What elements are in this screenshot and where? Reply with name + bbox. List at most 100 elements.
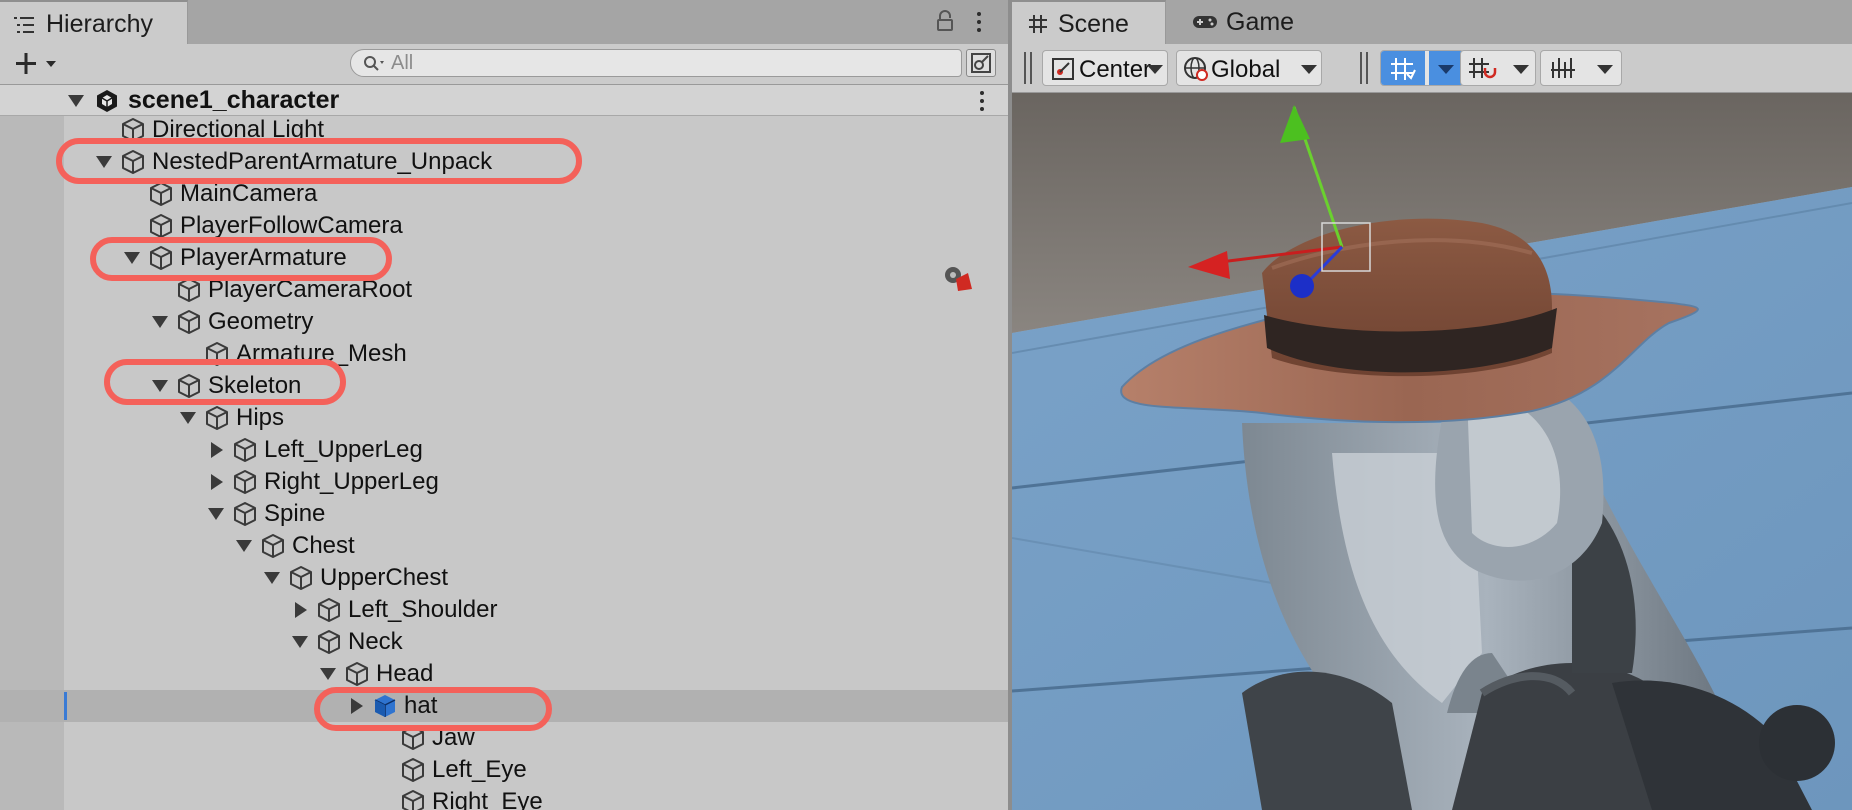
grid-hash-icon: [1029, 15, 1047, 33]
gameobject-cube-icon: [290, 566, 312, 590]
scene-name: scene1_character: [128, 86, 340, 114]
add-object-button[interactable]: [12, 50, 60, 78]
camera-gizmo-icon: [945, 267, 972, 291]
highlight-oval-skeleton: [104, 359, 346, 405]
hierarchy-row-label: Geometry: [208, 308, 314, 335]
hierarchy-row-label: Chest: [292, 532, 355, 559]
scene-menu-icon[interactable]: [980, 91, 984, 115]
hierarchy-row[interactable]: Left_Eye: [0, 754, 1008, 786]
hierarchy-row-label: Right_Eye: [432, 788, 543, 810]
gameobject-cube-icon: [150, 182, 172, 206]
expand-arrow-icon[interactable]: [66, 91, 86, 111]
hierarchy-row[interactable]: Geometry: [0, 306, 1008, 338]
hierarchy-row[interactable]: Neck: [0, 626, 1008, 658]
scene-toolbar: Center Global: [1012, 44, 1852, 93]
hierarchy-row[interactable]: UpperChest: [0, 562, 1008, 594]
collapse-arrow-icon[interactable]: [290, 600, 310, 620]
gameobject-cube-icon: [318, 598, 340, 622]
scene-panel: Scene Game Center Global: [1012, 0, 1852, 810]
highlight-oval-nested-parent: [56, 138, 582, 184]
list-icon: [14, 17, 34, 33]
search-placeholder: All: [391, 52, 414, 74]
tab-hierarchy[interactable]: Hierarchy: [0, 0, 188, 44]
hierarchy-row-label: Spine: [264, 500, 326, 527]
hierarchy-row[interactable]: Right_Eye: [0, 786, 1008, 810]
expand-arrow-icon[interactable]: [206, 504, 226, 524]
gameobject-cube-icon: [402, 758, 424, 782]
search-icon: [364, 56, 384, 71]
expand-arrow-icon[interactable]: [262, 568, 282, 588]
scene-root-row[interactable]: scene1_character: [0, 85, 1008, 116]
gameobject-cube-icon: [262, 534, 284, 558]
snap-toggle[interactable]: [1460, 50, 1536, 86]
hierarchy-row-label: Left_Shoulder: [348, 596, 498, 623]
grid-axis-icon: [1391, 58, 1416, 80]
hierarchy-row[interactable]: Head: [0, 658, 1008, 690]
gameobject-cube-icon: [234, 438, 256, 462]
chevron-down-icon: [1513, 65, 1529, 74]
gameobject-cube-icon: [178, 310, 200, 334]
hierarchy-row[interactable]: Chest: [0, 530, 1008, 562]
gameobject-cube-icon: [318, 630, 340, 654]
hierarchy-row[interactable]: Right_UpperLeg: [0, 466, 1008, 498]
hierarchy-row-label: Head: [376, 660, 434, 687]
collapse-arrow-icon[interactable]: [206, 440, 226, 460]
grid-visibility-toggle[interactable]: [1380, 50, 1464, 86]
lock-icon[interactable]: [936, 10, 954, 32]
hierarchy-panel: Hierarchy All scene1_character Direction…: [0, 0, 1008, 810]
search-mode-button[interactable]: [966, 49, 996, 77]
expand-arrow-icon[interactable]: [234, 536, 254, 556]
chevron-down-icon: [1438, 65, 1454, 74]
chevron-down-icon: [1147, 65, 1163, 74]
tab-game[interactable]: Game: [1166, 0, 1326, 44]
hierarchy-row-label: Right_UpperLeg: [264, 468, 439, 495]
collapse-arrow-icon[interactable]: [206, 472, 226, 492]
hierarchy-row-label: MainCamera: [180, 180, 318, 207]
expand-arrow-icon[interactable]: [290, 632, 310, 652]
hierarchy-row-label: Neck: [348, 628, 403, 655]
gameobject-cube-icon: [346, 662, 368, 686]
chevron-down-icon: [1597, 65, 1613, 74]
hierarchy-row-label: Left_UpperLeg: [264, 436, 423, 463]
highlight-oval-player-armature: [90, 237, 392, 281]
increment-snap-dropdown[interactable]: [1540, 50, 1622, 86]
expand-arrow-icon[interactable]: [318, 664, 338, 684]
ruler-icon: [1551, 58, 1575, 78]
hierarchy-tab-bar: Hierarchy: [0, 0, 1008, 44]
hierarchy-tab-label: Hierarchy: [46, 10, 153, 38]
expand-arrow-icon[interactable]: [150, 312, 170, 332]
external-search-icon: [971, 53, 991, 73]
scene-viewport[interactable]: [1012, 93, 1852, 810]
gameobject-cube-icon: [150, 214, 172, 238]
hierarchy-row-label: PlayerFollowCamera: [180, 212, 403, 239]
scene-tab-bar: Scene Game: [1012, 0, 1852, 44]
hierarchy-menu-icon[interactable]: [977, 12, 981, 36]
hierarchy-row-label: Left_Eye: [432, 756, 527, 783]
tab-scene[interactable]: Scene: [1012, 0, 1166, 44]
chevron-down-icon: [1301, 65, 1317, 74]
gameobject-cube-icon: [234, 502, 256, 526]
hierarchy-row[interactable]: Left_UpperLeg: [0, 434, 1008, 466]
globe-icon: [1184, 57, 1208, 81]
selection-indicator: [64, 692, 67, 720]
expand-arrow-icon[interactable]: [178, 408, 198, 428]
gameobject-cube-icon: [206, 406, 228, 430]
pivot-mode-label: Center: [1079, 56, 1152, 83]
toolbar-grip[interactable]: [1360, 52, 1368, 84]
tab-scene-label: Scene: [1058, 10, 1129, 38]
pivot-rotation-dropdown[interactable]: Global: [1176, 50, 1322, 86]
highlight-oval-hat: [314, 687, 552, 731]
search-field[interactable]: All: [350, 49, 962, 77]
hierarchy-row[interactable]: Hips: [0, 402, 1008, 434]
toolbar-grip[interactable]: [1024, 52, 1032, 84]
unity-scene-icon: [97, 90, 117, 112]
pivot-mode-dropdown[interactable]: Center: [1042, 50, 1168, 86]
tab-game-label: Game: [1226, 8, 1295, 36]
gameobject-cube-icon: [402, 790, 424, 810]
hierarchy-row-label: UpperChest: [320, 564, 449, 591]
hierarchy-row-label: Hips: [236, 404, 285, 431]
hierarchy-row[interactable]: Left_Shoulder: [0, 594, 1008, 626]
hierarchy-toolbar: All: [0, 44, 1008, 85]
hierarchy-row[interactable]: Spine: [0, 498, 1008, 530]
gameobject-cube-icon: [234, 470, 256, 494]
